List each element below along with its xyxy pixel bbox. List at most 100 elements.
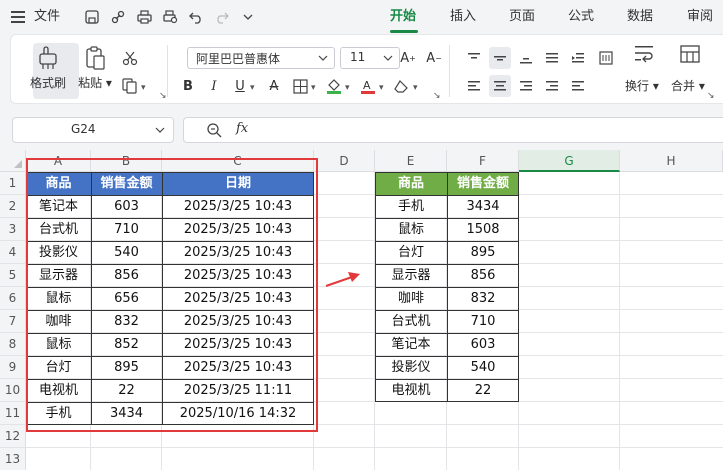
column-header-d[interactable]: D — [314, 150, 375, 172]
result-table-cell[interactable]: 投影仪 — [375, 356, 447, 379]
alignment-expand-icon[interactable]: ↘ — [707, 91, 715, 101]
fill-color-dropdown-icon[interactable]: ▾ — [345, 83, 350, 93]
source-table-cell[interactable]: 2025/3/25 11:11 — [162, 379, 314, 402]
font-name-select[interactable]: 阿里巴巴普惠体 — [187, 47, 335, 69]
row-header[interactable]: 1 — [0, 172, 26, 195]
row-header[interactable]: 13 — [0, 448, 26, 470]
row-header[interactable]: 7 — [0, 310, 26, 333]
merge-cells-button[interactable]: 合并 ▾ — [671, 77, 705, 94]
result-table-cell[interactable]: 895 — [447, 241, 519, 264]
spreadsheet-grid[interactable]: A B C D E F G H 1 2 3 4 5 6 7 8 9 10 11 12 13 商品 销售金额 日期 笔记本 603 2… — [0, 150, 723, 470]
source-table-cell[interactable]: 2025/3/25 10:43 — [162, 218, 314, 241]
redo-icon[interactable] — [212, 7, 232, 27]
source-table-cell[interactable]: 3434 — [91, 402, 162, 425]
row-header[interactable]: 5 — [0, 264, 26, 287]
align-middle-icon[interactable] — [489, 47, 511, 69]
format-painter-button[interactable]: 格式刷 — [25, 45, 71, 91]
clipboard-expand-icon[interactable]: ↘ — [159, 91, 167, 101]
distribute-icon[interactable] — [541, 47, 563, 69]
column-header-c[interactable]: C — [162, 150, 314, 172]
source-table-cell[interactable]: 2025/3/25 10:43 — [162, 264, 314, 287]
indent-left-icon[interactable] — [541, 75, 563, 97]
strikethrough-icon[interactable]: A — [263, 75, 285, 97]
source-table-cell[interactable]: 832 — [91, 310, 162, 333]
source-table-cell[interactable]: 台灯 — [26, 356, 91, 379]
font-expand-icon[interactable]: ↘ — [433, 91, 441, 101]
source-table-cell[interactable]: 2025/3/25 10:43 — [162, 195, 314, 218]
italic-icon[interactable]: I — [203, 75, 225, 97]
result-table-cell[interactable]: 603 — [447, 333, 519, 356]
source-table-cell[interactable]: 电视机 — [26, 379, 91, 402]
source-table-cell[interactable]: 笔记本 — [26, 195, 91, 218]
result-table-cell[interactable]: 540 — [447, 356, 519, 379]
link-icon[interactable] — [108, 7, 128, 27]
source-table-cell[interactable]: 2025/3/25 10:43 — [162, 356, 314, 379]
font-color-dropdown-icon[interactable]: ▾ — [379, 83, 384, 93]
border-icon[interactable] — [289, 75, 311, 97]
tab-page[interactable]: 页面 — [509, 6, 535, 28]
source-table-cell[interactable]: 鼠标 — [26, 287, 91, 310]
fx-icon[interactable]: fx — [236, 121, 248, 136]
result-table-cell[interactable]: 笔记本 — [375, 333, 447, 356]
underline-icon[interactable]: U — [229, 75, 251, 97]
source-table-cell[interactable]: 656 — [91, 287, 162, 310]
column-header-a[interactable]: A — [26, 150, 91, 172]
save-icon[interactable] — [82, 7, 102, 27]
border-dropdown-icon[interactable]: ▾ — [311, 83, 316, 93]
zoom-icon[interactable] — [206, 122, 222, 141]
source-table-header-cell[interactable]: 商品 — [26, 172, 91, 195]
source-table-cell[interactable]: 895 — [91, 356, 162, 379]
tab-review[interactable]: 审阅 — [687, 6, 713, 28]
tab-insert[interactable]: 插入 — [450, 6, 476, 28]
source-table-cell[interactable]: 显示器 — [26, 264, 91, 287]
align-right-icon[interactable] — [515, 75, 537, 97]
indent-right-icon[interactable] — [567, 75, 589, 97]
result-table-cell[interactable]: 电视机 — [375, 379, 447, 402]
result-table-cell[interactable]: 台灯 — [375, 241, 447, 264]
copy-icon[interactable] — [119, 75, 141, 97]
source-table-cell[interactable]: 手机 — [26, 402, 91, 425]
align-left-icon[interactable] — [463, 75, 485, 97]
source-table-header-cell[interactable]: 销售金额 — [91, 172, 162, 195]
column-header-g[interactable]: G — [519, 150, 620, 172]
file-menu[interactable]: 文件 — [34, 6, 60, 28]
menu-icon[interactable] — [8, 7, 28, 27]
align-center-icon[interactable] — [489, 75, 511, 97]
font-color-icon[interactable]: A — [357, 75, 379, 97]
tab-home[interactable]: 开始 — [390, 6, 416, 28]
tab-data[interactable]: 数据 — [627, 6, 653, 28]
clear-format-dropdown-icon[interactable]: ▾ — [413, 83, 418, 93]
quick-access-dropdown-icon[interactable] — [238, 7, 258, 27]
source-table-cell[interactable]: 710 — [91, 218, 162, 241]
column-header-h[interactable]: H — [620, 150, 723, 172]
row-header[interactable]: 6 — [0, 287, 26, 310]
column-header-b[interactable]: B — [91, 150, 162, 172]
row-header[interactable]: 2 — [0, 195, 26, 218]
source-table-cell[interactable]: 22 — [91, 379, 162, 402]
result-table-cell[interactable]: 856 — [447, 264, 519, 287]
text-direction-icon[interactable] — [595, 47, 617, 69]
select-all-corner[interactable] — [0, 150, 26, 172]
source-table-cell[interactable]: 2025/3/25 10:43 — [162, 333, 314, 356]
row-header[interactable]: 12 — [0, 425, 26, 448]
row-header[interactable]: 8 — [0, 333, 26, 356]
result-table-cell[interactable]: 3434 — [447, 195, 519, 218]
result-table-cell[interactable]: 1508 — [447, 218, 519, 241]
column-header-e[interactable]: E — [375, 150, 447, 172]
source-table-cell[interactable]: 2025/3/25 10:43 — [162, 287, 314, 310]
source-table-header-cell[interactable]: 日期 — [162, 172, 314, 195]
source-table-cell[interactable]: 852 — [91, 333, 162, 356]
result-table-cell[interactable]: 710 — [447, 310, 519, 333]
source-table-cell[interactable]: 咖啡 — [26, 310, 91, 333]
indent-decrease-icon[interactable] — [567, 47, 589, 69]
clear-format-icon[interactable] — [391, 75, 413, 97]
underline-dropdown-icon[interactable]: ▾ — [250, 83, 255, 93]
source-table-cell[interactable]: 台式机 — [26, 218, 91, 241]
result-table-cell[interactable]: 832 — [447, 287, 519, 310]
decrease-font-icon[interactable]: A − — [423, 47, 445, 69]
name-box[interactable]: G24 — [12, 117, 174, 143]
source-table-cell[interactable]: 鼠标 — [26, 333, 91, 356]
source-table-cell[interactable]: 2025/3/25 10:43 — [162, 241, 314, 264]
align-bottom-icon[interactable] — [515, 47, 537, 69]
result-table-header-cell[interactable]: 销售金额 — [447, 172, 519, 195]
